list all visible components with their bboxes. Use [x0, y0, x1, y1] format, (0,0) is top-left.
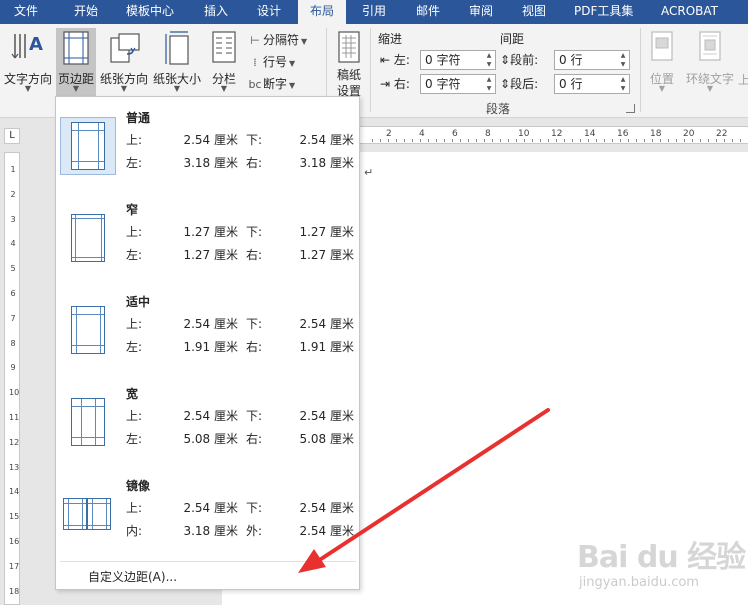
watermark-brand: Bai du 经验 — [577, 540, 746, 575]
baidu-watermark: Bai du 经验 jingyan.baidu.com — [577, 528, 748, 605]
watermark-url: jingyan.baidu.com — [579, 575, 699, 590]
red-arrow-annotation — [298, 408, 550, 573]
